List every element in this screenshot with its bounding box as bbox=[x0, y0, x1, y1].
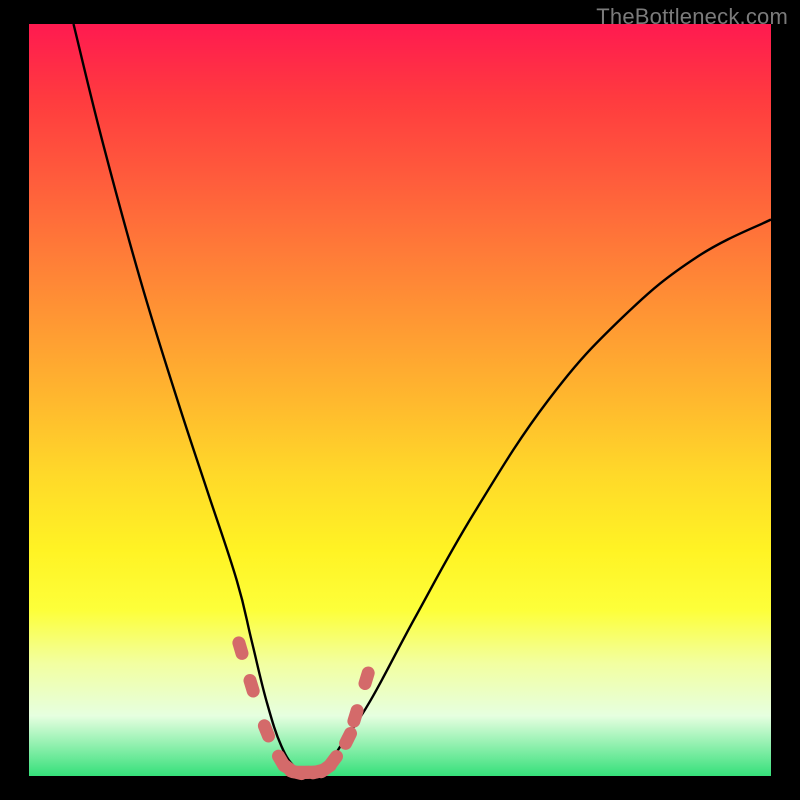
watermark-text: TheBottleneck.com bbox=[596, 4, 788, 30]
marker-segment bbox=[250, 681, 253, 692]
marker-segment bbox=[354, 711, 357, 722]
marker-segment bbox=[365, 673, 368, 684]
marker-segment bbox=[239, 643, 242, 654]
marker-segment bbox=[330, 757, 337, 766]
marker-segment bbox=[264, 726, 268, 736]
highlight-markers bbox=[239, 643, 368, 774]
chart-area bbox=[29, 24, 771, 776]
marker-segment bbox=[346, 734, 351, 744]
bottleneck-chart bbox=[29, 24, 771, 776]
bottleneck-curve bbox=[74, 24, 772, 776]
